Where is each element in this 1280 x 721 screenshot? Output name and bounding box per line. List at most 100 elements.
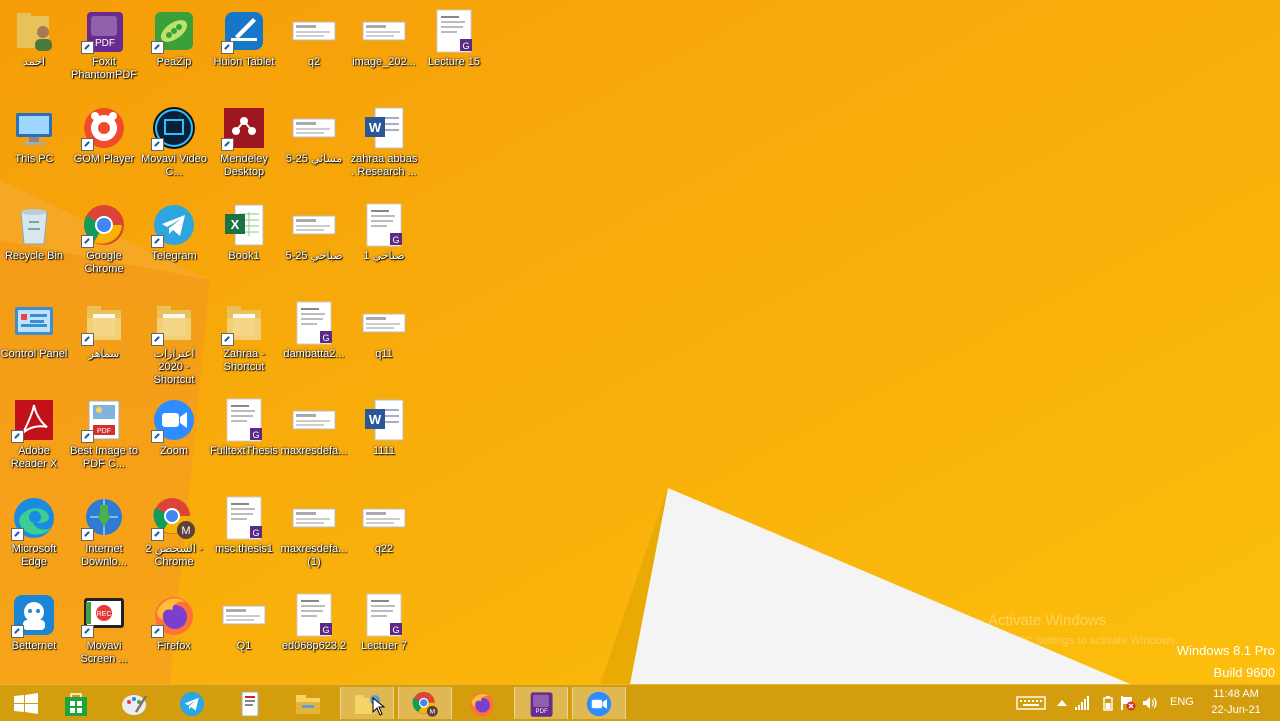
action-center-flag-icon[interactable]: [1120, 695, 1136, 711]
peazip-icon: [151, 8, 197, 54]
svg-text:G: G: [252, 430, 259, 440]
desktop-icon[interactable]: Huion Tablet: [210, 4, 278, 96]
desktop-icon-label: السحصن 2 - Chrome: [145, 543, 203, 568]
taskbar-button[interactable]: [224, 687, 276, 719]
desktop-icon[interactable]: maxresdefa...: [280, 393, 348, 485]
desktop-icon[interactable]: صباحي 25-5: [280, 198, 348, 290]
language-indicator[interactable]: ENG: [1170, 696, 1194, 708]
desktop-icon-label: maxresdefa...: [280, 445, 348, 457]
gom-player-icon: [81, 105, 127, 151]
pdf-document-icon: G: [361, 592, 407, 638]
desktop[interactable]: احمد PDF Foxit PhantomPDF PeaZip Huion Table…: [0, 0, 1280, 684]
taskbar-button[interactable]: M: [398, 687, 452, 719]
edge-icon: [11, 495, 57, 541]
mouse-cursor-icon: [372, 697, 386, 716]
desktop-icon[interactable]: Gmsc.thesis1: [210, 491, 278, 583]
desktop-icon[interactable]: Control Panel: [0, 296, 68, 388]
network-signal-icon[interactable]: [1074, 695, 1090, 711]
desktop-icon[interactable]: image_202...: [350, 4, 418, 96]
show-hidden-icons-icon[interactable]: [1054, 695, 1070, 711]
desktop-icon[interactable]: q2: [280, 4, 348, 96]
desktop-icon[interactable]: Zahraa - Shortcut: [210, 296, 278, 388]
taskbar-button[interactable]: [108, 687, 160, 719]
desktop-icon[interactable]: احمد: [0, 4, 68, 96]
desktop-icon[interactable]: Google Chrome: [70, 198, 138, 290]
taskbar-button[interactable]: [572, 687, 626, 719]
desktop-icon-label: 1111: [372, 445, 396, 457]
desktop-icon[interactable]: Movavi Video C...: [140, 101, 208, 193]
desktop-icon[interactable]: Ged068p623.2: [280, 588, 348, 680]
desktop-icon[interactable]: Recycle Bin: [0, 198, 68, 290]
desktop-icon[interactable]: Mendeley Desktop: [210, 101, 278, 193]
battery-icon[interactable]: [1100, 695, 1116, 711]
shortcut-arrow-icon: [81, 138, 94, 151]
desktop-icon[interactable]: سماهر: [70, 296, 138, 388]
desktop-icon[interactable]: M السحصن 2 - Chrome: [140, 491, 208, 583]
svg-text:G: G: [392, 235, 399, 245]
taskbar-button[interactable]: [166, 687, 218, 719]
desktop-icon[interactable]: maxresdefa... (1): [280, 491, 348, 583]
image-thumbnail-icon: [361, 8, 407, 54]
svg-text:M: M: [430, 709, 436, 716]
touch-keyboard-icon[interactable]: [1016, 695, 1046, 711]
image-thumbnail-icon: [291, 397, 337, 443]
desktop-icon[interactable]: PDF Best Image to PDF C...: [70, 393, 138, 485]
desktop-icon[interactable]: Q1: [210, 588, 278, 680]
desktop-icon[interactable]: Betternet: [0, 588, 68, 680]
desktop-icon[interactable]: مسائي 25-5: [280, 101, 348, 193]
desktop-icon[interactable]: G Lecture 15: [420, 4, 488, 96]
desktop-icon[interactable]: W 1111: [350, 393, 418, 485]
desktop-icon[interactable]: This PC: [0, 101, 68, 193]
desktop-icon[interactable]: X Book1: [210, 198, 278, 290]
desktop-icon[interactable]: PDF Foxit PhantomPDF: [70, 4, 138, 96]
taskbar-button[interactable]: [0, 687, 52, 719]
desktop-icon[interactable]: REC Movavi Screen ...: [70, 588, 138, 680]
clock-time[interactable]: 11:48 AM: [1210, 688, 1262, 700]
shortcut-arrow-icon: [221, 138, 234, 151]
desktop-icon[interactable]: Microsoft Edge: [0, 491, 68, 583]
recycle-bin-icon: [11, 202, 57, 248]
shortcut-arrow-icon: [81, 528, 94, 541]
movavi-screen-icon: REC: [81, 592, 127, 638]
desktop-icon[interactable]: G FulltextThesis: [210, 393, 278, 485]
desktop-icon[interactable]: Telegram: [140, 198, 208, 290]
desktop-icon-label: Recycle Bin: [4, 250, 64, 262]
desktop-icon-label: q22: [374, 543, 394, 555]
desktop-icon[interactable]: Zoom: [140, 393, 208, 485]
desktop-icon[interactable]: Firefox: [140, 588, 208, 680]
taskbar: M PDF ENG 11:48 AM 22-Jun-21: [0, 684, 1280, 721]
desktop-icon-label: Control Panel: [0, 348, 68, 360]
desktop-icon-label: maxresdefa... (1): [280, 543, 348, 568]
svg-text:G: G: [322, 625, 329, 635]
desktop-icon[interactable]: GOM Player: [70, 101, 138, 193]
desktop-icon[interactable]: Gdambatta2...: [280, 296, 348, 388]
zoom-icon: [151, 397, 197, 443]
image-thumbnail-icon: [291, 495, 337, 541]
taskbar-button[interactable]: PDF: [514, 687, 568, 719]
desktop-icon-label: q11: [375, 348, 393, 360]
taskbar-button[interactable]: [50, 687, 102, 719]
desktop-icon[interactable]: Wzahraa abbas . Research ...: [350, 101, 418, 193]
clock-date[interactable]: 22-Jun-21: [1208, 704, 1264, 716]
desktop-icon[interactable]: اعتزازات 2020 - Shortcut: [140, 296, 208, 388]
chrome-icon: [81, 202, 127, 248]
activate-windows-title: Activate Windows: [988, 612, 1107, 629]
image-thumbnail-icon: [291, 105, 337, 151]
desktop-icon-label: Zahraa - Shortcut: [223, 348, 265, 373]
taskbar-button[interactable]: [456, 687, 508, 719]
windows-build: Build 9600: [1213, 665, 1275, 680]
desktop-icon[interactable]: G صباحي 1: [350, 198, 418, 290]
volume-icon[interactable]: [1142, 695, 1158, 711]
taskbar-button[interactable]: [282, 687, 334, 719]
desktop-icon[interactable]: Internet Downlo...: [70, 491, 138, 583]
desktop-icon[interactable]: G Lectuer 7: [350, 588, 418, 680]
desktop-icon-label: ed068p623.2: [281, 640, 347, 652]
desktop-icon[interactable]: q11: [350, 296, 418, 388]
pdf-document-icon: G: [361, 202, 407, 248]
shortcut-arrow-icon: [221, 41, 234, 54]
telegram-icon: [151, 202, 197, 248]
folder-icon: [221, 300, 267, 346]
desktop-icon[interactable]: PeaZip: [140, 4, 208, 96]
desktop-icon[interactable]: Adobe Reader X: [0, 393, 68, 485]
desktop-icon[interactable]: q22: [350, 491, 418, 583]
